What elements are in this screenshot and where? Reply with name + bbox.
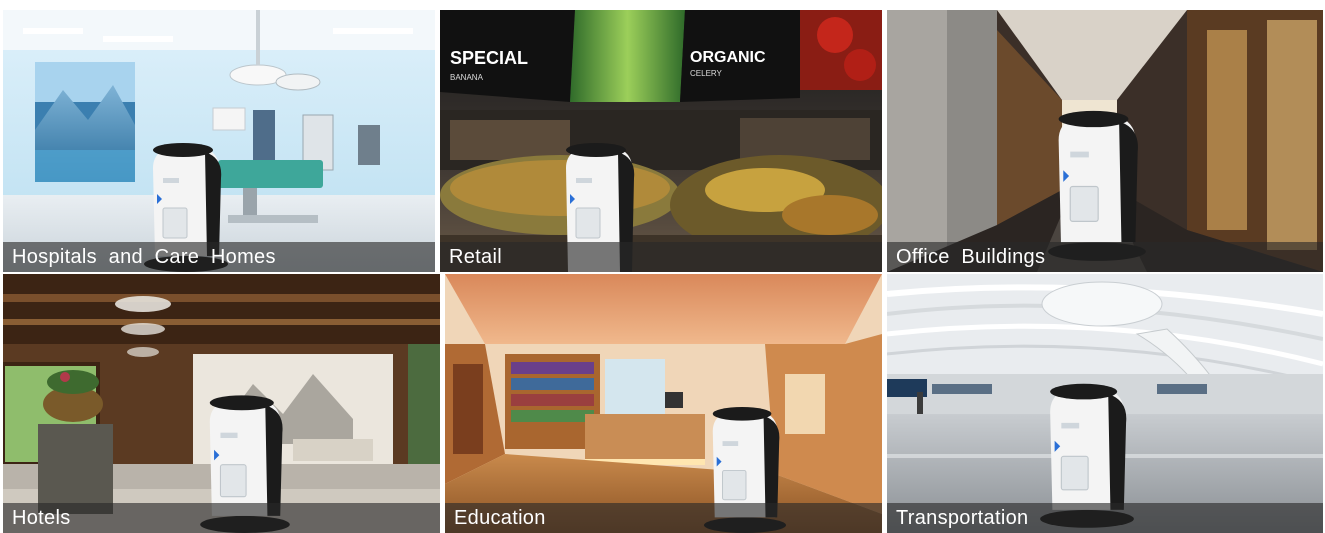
- cleaning-robot-image: [1048, 110, 1146, 261]
- tile-caption: Hotels: [12, 507, 71, 529]
- tile-office-buildings: Office Buildings: [887, 10, 1323, 272]
- caption-bar: Retail: [440, 242, 882, 272]
- caption-bar: Hospitals and Care Homes: [3, 242, 435, 272]
- celery-sign-text: CELERY: [690, 69, 723, 78]
- caption-bar: Transportation: [887, 503, 1323, 533]
- caption-bar: Hotels: [3, 503, 440, 533]
- special-sign-text: SPECIAL: [450, 48, 528, 68]
- tile-retail: SPECIAL BANANA ORGANIC CELERY Retail: [440, 10, 882, 272]
- banana-sign-text: BANANA: [450, 73, 484, 82]
- tile-transportation: Transportation: [887, 274, 1323, 533]
- scenario-grid: Hospitals and Care Homes SPECIAL BANANA …: [3, 10, 1323, 533]
- library-scene-image: [445, 274, 882, 533]
- tile-hotels: Hotels: [3, 274, 440, 533]
- tile-caption: Transportation: [896, 507, 1029, 529]
- tile-caption: Hospitals and Care Homes: [12, 246, 276, 268]
- tile-caption: Office Buildings: [896, 246, 1046, 268]
- retail-scene-image: SPECIAL BANANA ORGANIC CELERY: [440, 10, 882, 272]
- tile-education: Education: [445, 274, 882, 533]
- organic-sign-text: ORGANIC: [690, 49, 766, 66]
- caption-bar: Education: [445, 503, 882, 533]
- tile-hospitals: Hospitals and Care Homes: [3, 10, 435, 272]
- caption-bar: Office Buildings: [887, 242, 1323, 272]
- tile-caption: Retail: [449, 246, 502, 268]
- tile-caption: Education: [454, 507, 546, 529]
